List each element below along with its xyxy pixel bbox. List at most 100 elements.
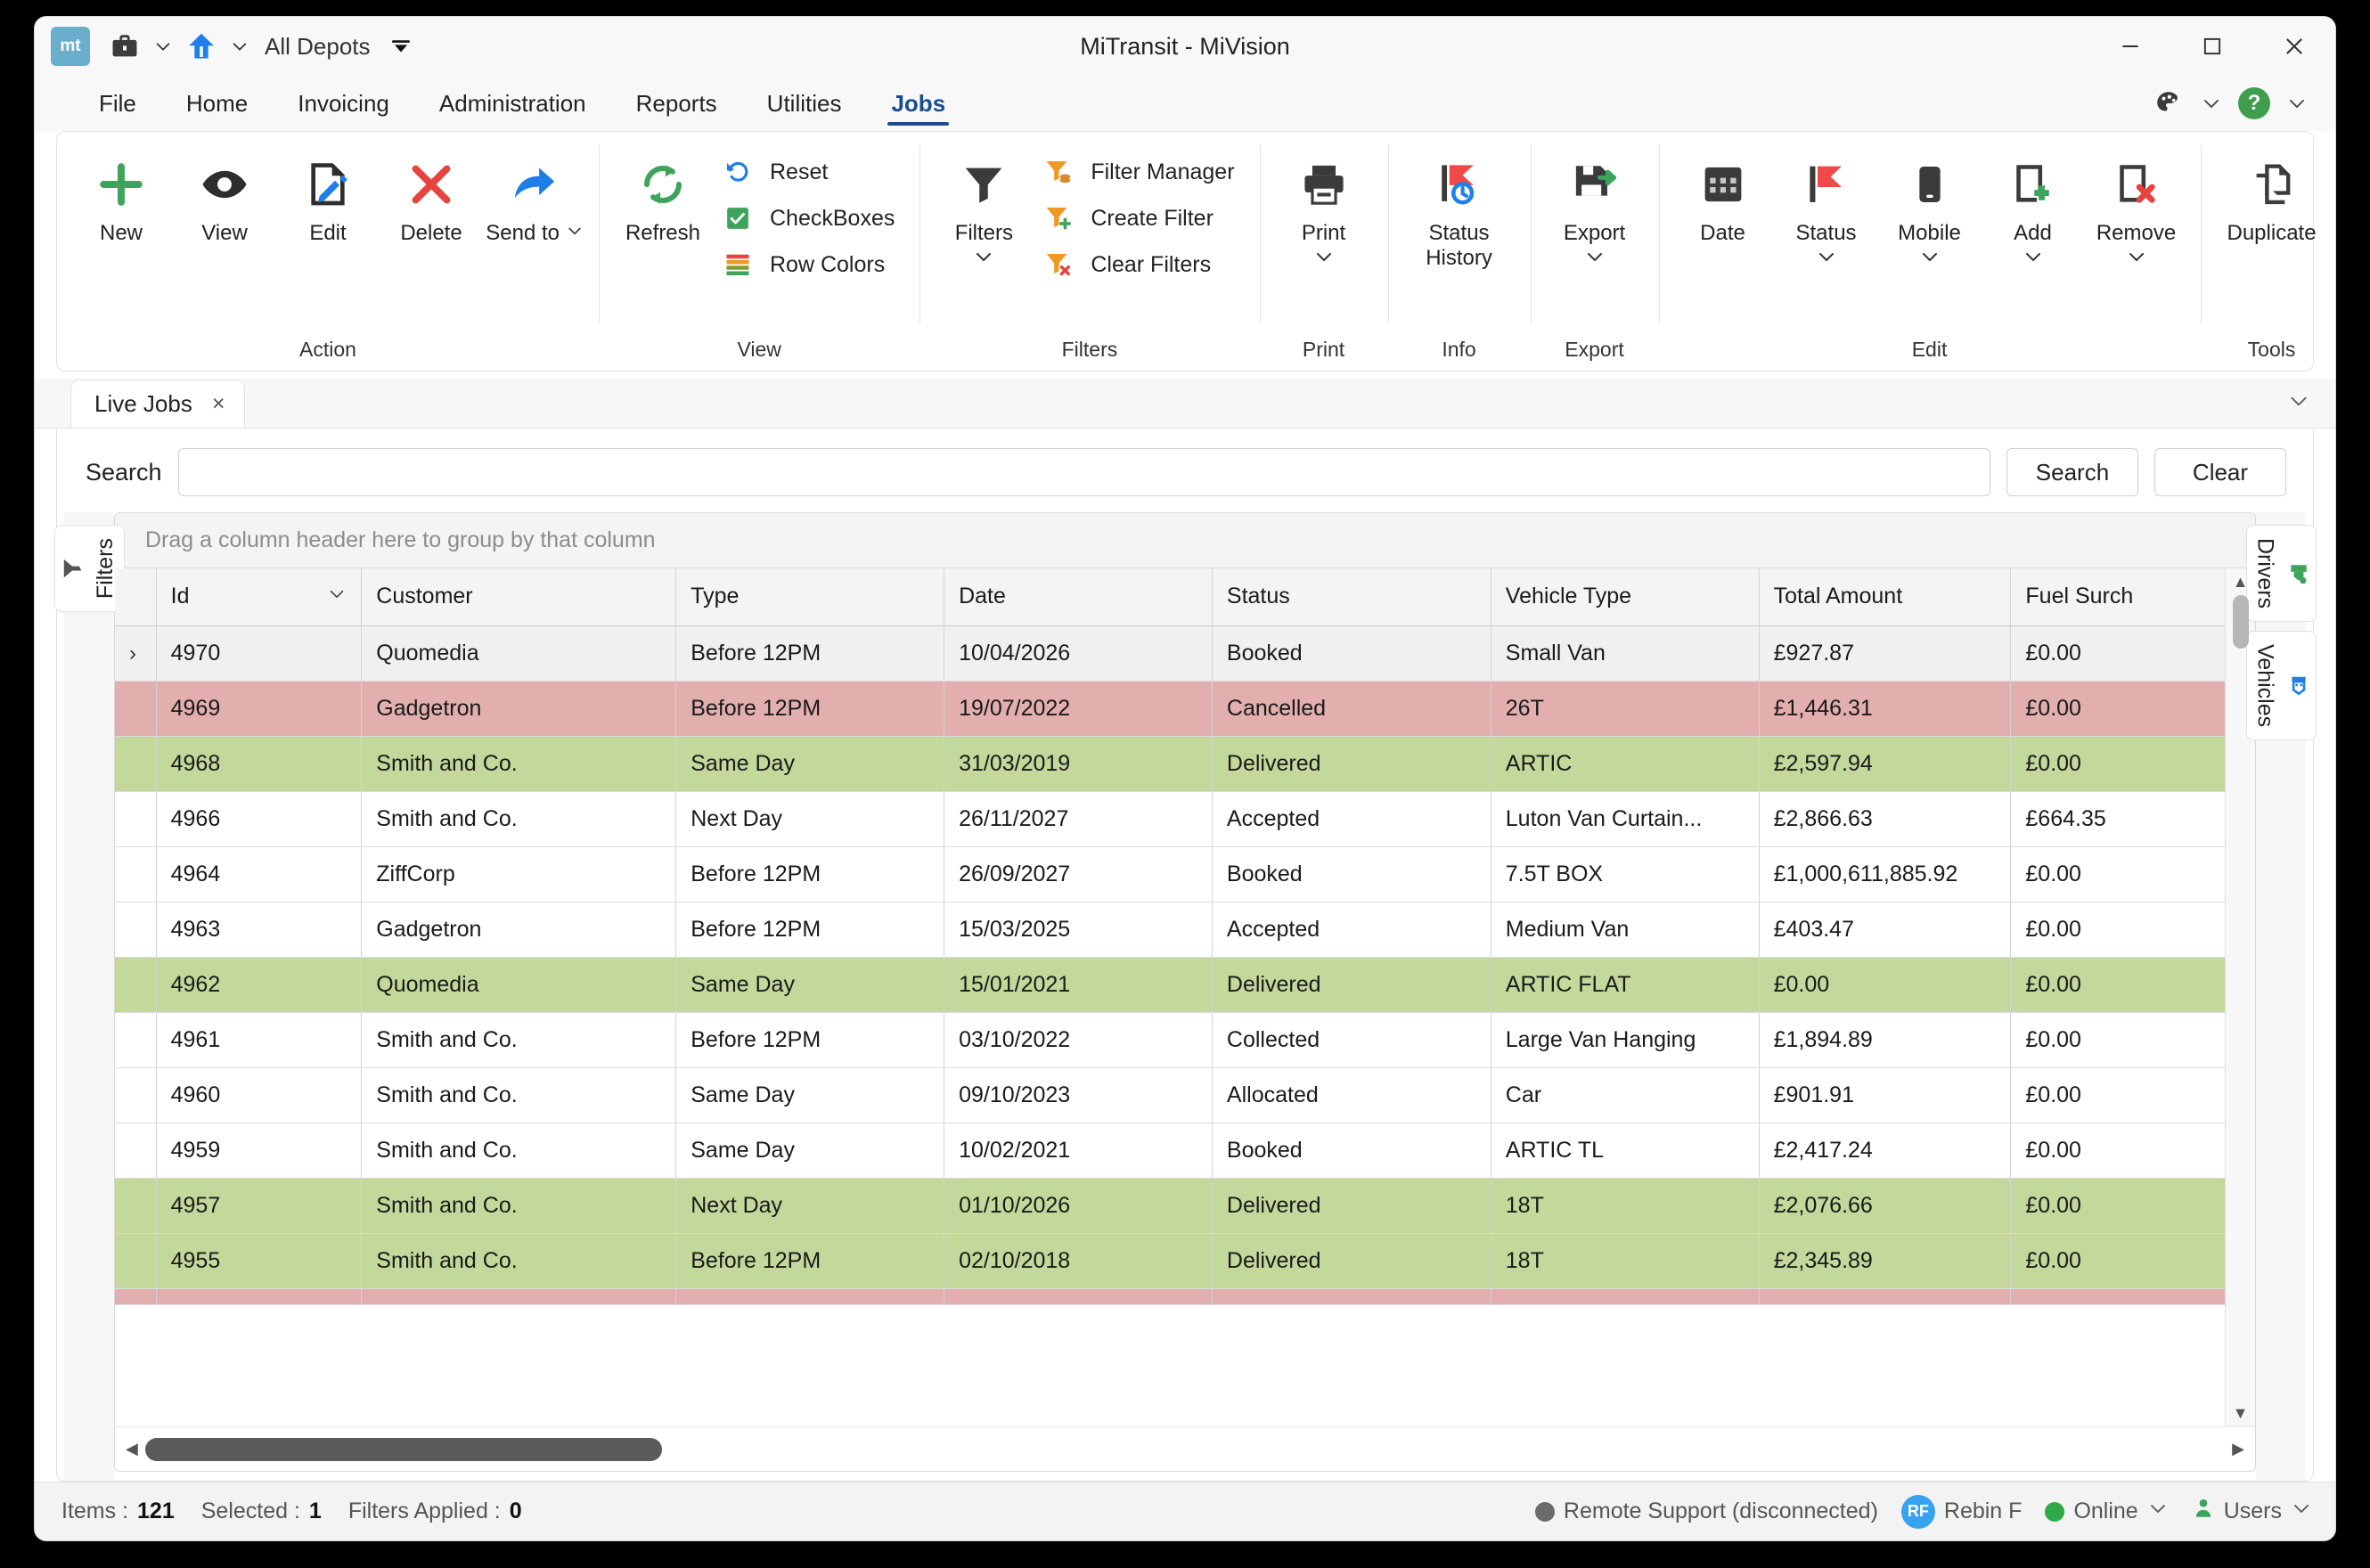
side-tab-vehicles[interactable]: Vehicles (2246, 631, 2317, 740)
help-icon[interactable]: ? (2232, 81, 2276, 126)
status-history-button[interactable]: Status History (1401, 141, 1518, 274)
briefcase-dropdown-chevron-icon[interactable] (145, 26, 181, 67)
scroll-right-icon[interactable]: ▶ (2232, 1440, 2244, 1458)
create-filter-button[interactable]: Create Filter (1035, 198, 1246, 239)
grid-vertical-scrollbar[interactable]: ▲ ▼ (2225, 568, 2255, 1426)
filter-manager-button[interactable]: Filter Manager (1035, 151, 1246, 192)
status-button[interactable]: Status (1775, 141, 1878, 274)
users-menu[interactable]: Users (2192, 1497, 2312, 1526)
edit-button[interactable]: Edit (276, 141, 380, 274)
side-tab-filters[interactable]: Filters (54, 525, 125, 612)
row-indicator[interactable] (115, 1012, 156, 1067)
print-button[interactable]: Print (1272, 141, 1376, 274)
column-header-fuel-surcharge[interactable]: Fuel Surch (2011, 568, 2225, 625)
menu-item-home[interactable]: Home (161, 76, 273, 131)
vertical-scroll-thumb[interactable] (2233, 595, 2249, 649)
send-to-button[interactable]: Send to (483, 141, 586, 274)
table-row[interactable]: 4960Smith and Co.Same Day09/10/2023Alloc… (115, 1067, 2225, 1123)
search-input[interactable] (178, 448, 1990, 496)
mobile-dropdown-chevron-icon[interactable] (1898, 246, 1961, 274)
depot-selector-label[interactable]: All Depots (265, 33, 371, 61)
depot-dropdown-icon[interactable] (383, 26, 419, 67)
scroll-left-icon[interactable]: ◀ (126, 1440, 138, 1458)
row-indicator[interactable]: › (115, 625, 156, 681)
column-header-status[interactable]: Status (1212, 568, 1491, 625)
horizontal-scroll-track[interactable] (145, 1438, 2225, 1461)
remote-support-status[interactable]: Remote Support (disconnected) (1535, 1499, 1878, 1524)
table-row[interactable]: 4963GadgetronBefore 12PM15/03/2025Accept… (115, 902, 2225, 957)
row-colors-button[interactable]: Row Colors (715, 244, 907, 285)
tab-live-jobs[interactable]: Live Jobs × (70, 380, 245, 428)
table-row[interactable]: ›4970QuomediaBefore 12PM10/04/2026Booked… (115, 625, 2225, 681)
table-row[interactable]: 4968Smith and Co.Same Day31/03/2019Deliv… (115, 736, 2225, 791)
status-dropdown-chevron-icon[interactable] (1796, 246, 1857, 274)
print-dropdown-chevron-icon[interactable] (1302, 246, 1345, 274)
column-header-id[interactable]: Id (156, 568, 362, 625)
palette-dropdown-chevron-icon[interactable] (2194, 81, 2228, 126)
view-button[interactable]: View (173, 141, 276, 274)
row-indicator[interactable] (115, 1123, 156, 1178)
online-dropdown-chevron-icon[interactable] (2147, 1498, 2169, 1525)
horizontal-scroll-thumb[interactable] (145, 1438, 662, 1461)
column-header-customer[interactable]: Customer (362, 568, 676, 625)
filters-dropdown-chevron-icon[interactable] (955, 246, 1013, 274)
row-indicator[interactable] (115, 1178, 156, 1233)
menu-item-reports[interactable]: Reports (611, 76, 742, 131)
current-user[interactable]: RF Rebin F (1901, 1495, 2023, 1529)
export-button[interactable]: Export (1543, 141, 1647, 274)
table-row[interactable]: 4966Smith and Co.Next Day26/11/2027Accep… (115, 791, 2225, 846)
table-row-partial[interactable] (115, 1288, 2225, 1304)
row-indicator[interactable] (115, 957, 156, 1012)
new-button[interactable]: New (69, 141, 173, 274)
home-dropdown-chevron-icon[interactable] (222, 26, 257, 67)
table-row[interactable]: 4957Smith and Co.Next Day01/10/2026Deliv… (115, 1178, 2225, 1233)
row-indicator[interactable] (115, 846, 156, 902)
date-button[interactable]: Date (1671, 141, 1775, 274)
table-row[interactable]: 4961Smith and Co.Before 12PM03/10/2022Co… (115, 1012, 2225, 1067)
mobile-button[interactable]: Mobile (1878, 141, 1982, 274)
column-header-vehicle-type[interactable]: Vehicle Type (1491, 568, 1759, 625)
column-header-total-amount[interactable]: Total Amount (1759, 568, 2011, 625)
add-button[interactable]: Add (1982, 141, 2085, 274)
table-row[interactable]: 4964ZiffCorpBefore 12PM26/09/2027Booked7… (115, 846, 2225, 902)
row-indicator[interactable] (115, 791, 156, 846)
close-icon[interactable]: × (212, 391, 225, 417)
add-dropdown-chevron-icon[interactable] (2014, 246, 2052, 274)
refresh-button[interactable]: Refresh (611, 141, 715, 274)
briefcase-icon[interactable] (104, 26, 145, 67)
table-row[interactable]: 4962QuomediaSame Day15/01/2021DeliveredA… (115, 957, 2225, 1012)
home-up-arrow-icon[interactable] (181, 26, 222, 67)
minimize-button[interactable] (2089, 17, 2171, 76)
vertical-scroll-track[interactable] (2226, 590, 2255, 1405)
remove-dropdown-chevron-icon[interactable] (2096, 246, 2176, 274)
filters-button[interactable]: Filters (932, 141, 1035, 274)
row-indicator[interactable] (115, 736, 156, 791)
row-indicator[interactable] (115, 902, 156, 957)
row-indicator[interactable] (115, 1233, 156, 1288)
menu-item-invoicing[interactable]: Invoicing (273, 76, 414, 131)
grid-horizontal-scrollbar[interactable]: ◀ ▶ (115, 1426, 2255, 1471)
online-status[interactable]: Online (2045, 1498, 2168, 1525)
table-row[interactable]: 4969GadgetronBefore 12PM19/07/2022Cancel… (115, 681, 2225, 736)
row-indicator[interactable] (115, 1067, 156, 1123)
menu-item-file[interactable]: File (74, 76, 161, 131)
menu-item-administration[interactable]: Administration (414, 76, 611, 131)
row-indicator[interactable] (115, 681, 156, 736)
remove-button[interactable]: Remove (2085, 141, 2188, 274)
group-by-panel[interactable]: Drag a column header here to group by th… (115, 513, 2255, 568)
column-header-type[interactable]: Type (676, 568, 944, 625)
send-to-dropdown-chevron-icon[interactable] (566, 222, 584, 240)
clear-filters-button[interactable]: Clear Filters (1035, 244, 1246, 285)
close-button[interactable] (2253, 17, 2335, 76)
duplicate-button[interactable]: Duplicate (2213, 141, 2331, 274)
menu-item-utilities[interactable]: Utilities (742, 76, 867, 131)
scroll-down-icon[interactable]: ▼ (2233, 1405, 2249, 1421)
clear-button[interactable]: Clear (2154, 448, 2286, 496)
menu-item-jobs[interactable]: Jobs (866, 76, 970, 131)
table-row[interactable]: 4955Smith and Co.Before 12PM02/10/2018De… (115, 1233, 2225, 1288)
checkboxes-button[interactable]: CheckBoxes (715, 198, 907, 239)
delete-button[interactable]: Delete (380, 141, 483, 274)
palette-icon[interactable] (2146, 81, 2191, 126)
help-dropdown-chevron-icon[interactable] (2280, 81, 2314, 126)
maximize-button[interactable] (2171, 17, 2253, 76)
